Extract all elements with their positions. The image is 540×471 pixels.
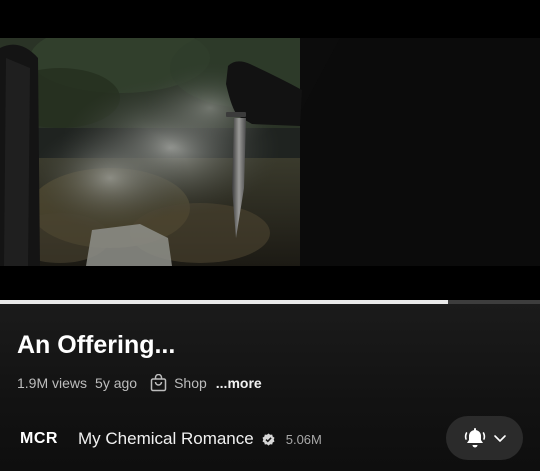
shop-label: Shop xyxy=(174,375,207,391)
video-title[interactable]: An Offering... xyxy=(17,331,175,360)
shop-link[interactable]: Shop xyxy=(150,374,207,392)
channel-name[interactable]: My Chemical Romance xyxy=(78,429,254,449)
verified-icon xyxy=(262,433,275,446)
bell-ringing-icon xyxy=(464,428,485,448)
subscriber-count: 5.06M xyxy=(285,431,322,447)
upload-age: 5y ago xyxy=(95,375,138,391)
shopping-bag-icon xyxy=(150,374,167,392)
subscribed-notifications-button[interactable] xyxy=(446,416,523,460)
video-player[interactable] xyxy=(0,38,540,266)
channel-logo[interactable]: MCR xyxy=(20,430,78,448)
video-frame-image xyxy=(0,38,540,266)
more-link[interactable]: ...more xyxy=(216,375,262,391)
video-meta: 1.9M views 5y ago Shop ...more xyxy=(17,374,262,392)
view-count: 1.9M views xyxy=(17,375,88,391)
video-letterbox-bottom xyxy=(0,266,540,300)
chevron-down-icon xyxy=(493,435,506,442)
top-letterbox xyxy=(0,0,540,38)
channel-row[interactable]: MCR My Chemical Romance 5.06M xyxy=(20,428,322,450)
